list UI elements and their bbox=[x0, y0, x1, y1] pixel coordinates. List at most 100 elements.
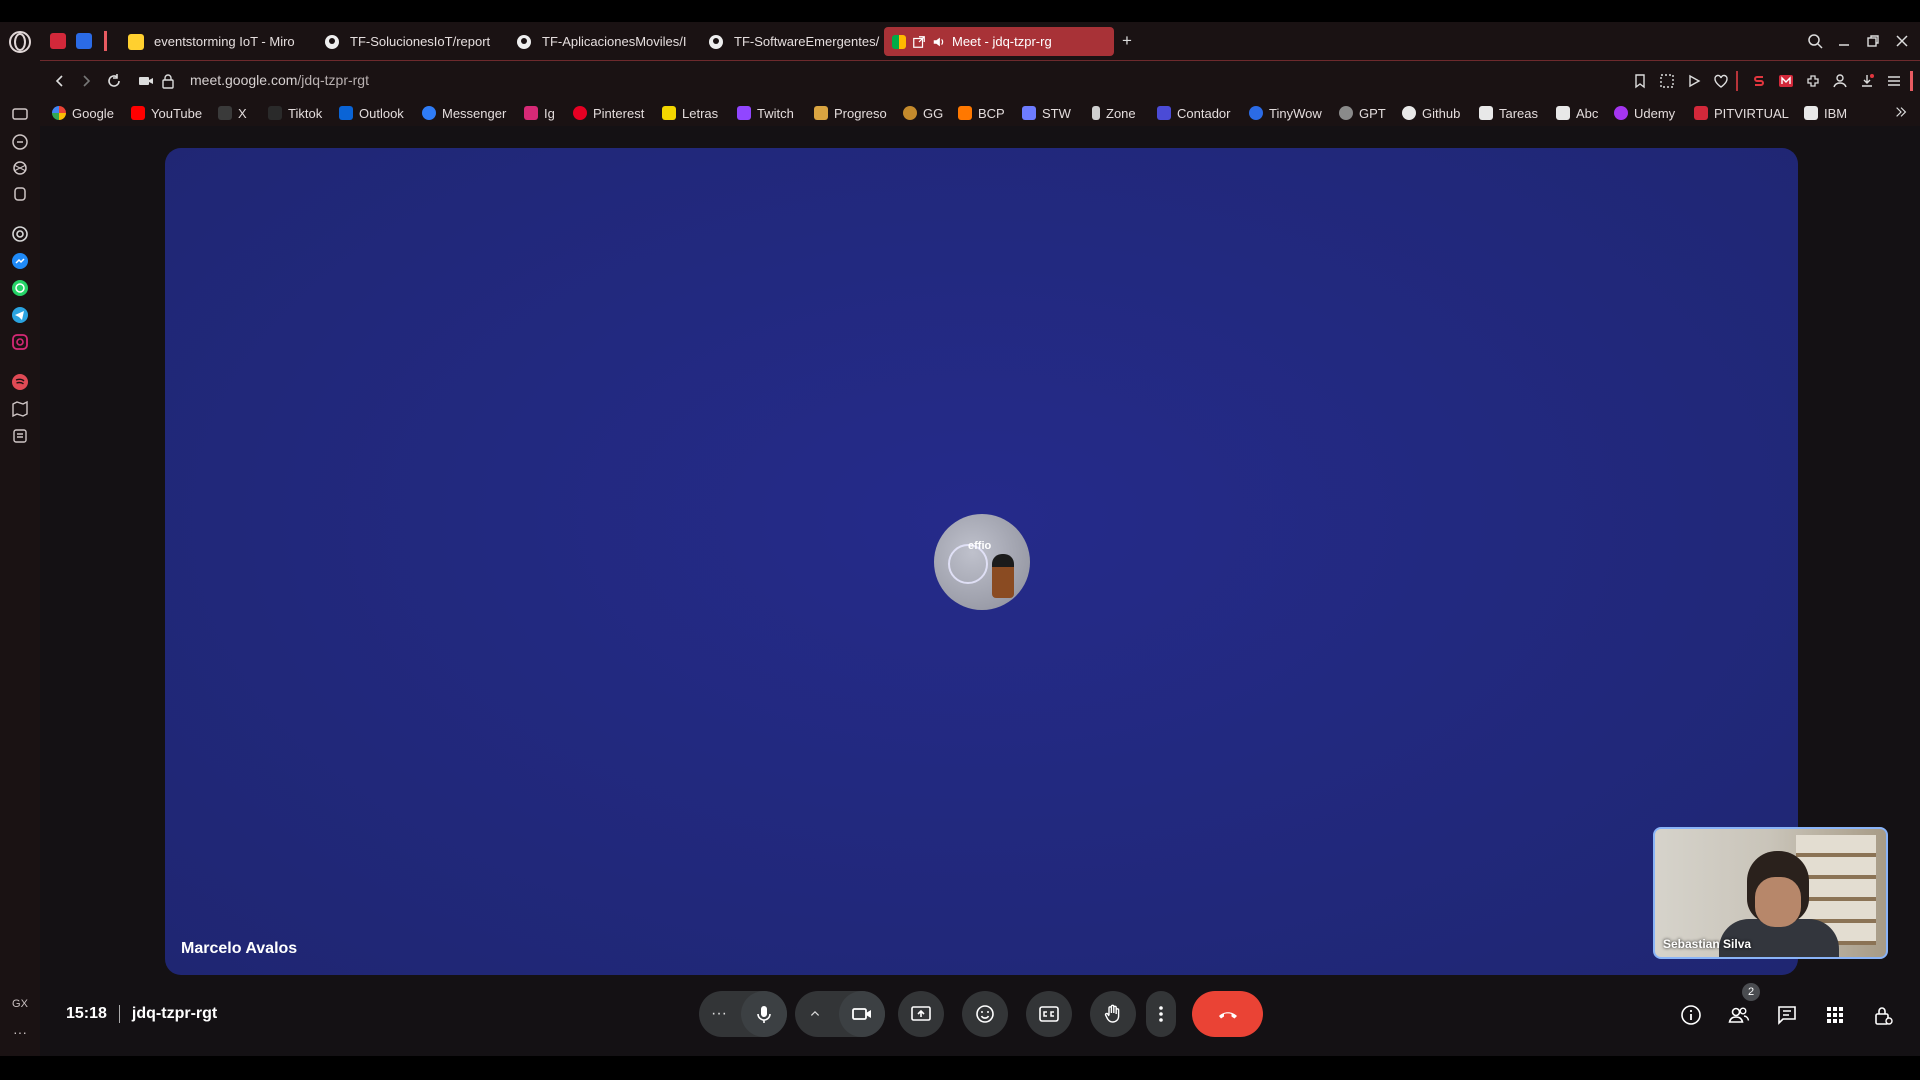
bookmarks-overflow-icon[interactable] bbox=[1894, 103, 1908, 121]
people-button[interactable] bbox=[1726, 1002, 1752, 1028]
bookmark-udemy[interactable]: Udemy bbox=[1614, 104, 1675, 122]
instagram-icon bbox=[524, 106, 538, 120]
url-path: /jdq-tzpr-rgt bbox=[297, 72, 369, 88]
profile-icon[interactable] bbox=[1830, 71, 1850, 91]
microphone-button[interactable] bbox=[741, 991, 787, 1037]
reload-icon[interactable] bbox=[104, 71, 124, 91]
gx-control-icon[interactable] bbox=[10, 104, 30, 124]
twitch-icon bbox=[737, 106, 751, 120]
bookmark-label: Tiktok bbox=[288, 105, 323, 121]
bookmark-label: Messenger bbox=[442, 105, 507, 121]
audio-options-icon[interactable]: ··· bbox=[711, 1005, 735, 1023]
close-window-icon[interactable] bbox=[1893, 32, 1911, 50]
present-screen-button[interactable] bbox=[898, 991, 944, 1037]
heart-icon[interactable] bbox=[1711, 71, 1731, 91]
bookmark-pinterest[interactable]: Pinterest bbox=[573, 104, 644, 122]
bookmark-pitvirtual[interactable]: PITVIRTUAL bbox=[1694, 104, 1789, 122]
tab-github-soluciones[interactable]: TF-SolucionesIoT/report bbox=[316, 27, 512, 56]
forward-icon[interactable] bbox=[76, 71, 96, 91]
spotify-sidebar-icon[interactable] bbox=[10, 372, 30, 392]
bookmark-abc[interactable]: Abc bbox=[1556, 104, 1598, 122]
captions-button[interactable] bbox=[1026, 991, 1072, 1037]
bookmark-tiktok[interactable]: Tiktok bbox=[268, 104, 322, 122]
map-sidebar-icon[interactable] bbox=[10, 399, 30, 419]
bookmark-ig[interactable]: Ig bbox=[524, 104, 555, 122]
extension-mega-icon[interactable] bbox=[1776, 71, 1796, 91]
pinned-tab-icon[interactable] bbox=[76, 33, 92, 49]
tab-github-emergentes[interactable]: TF-SoftwareEmergentes/ bbox=[700, 27, 896, 56]
chat-button[interactable] bbox=[1774, 1002, 1800, 1028]
back-icon[interactable] bbox=[50, 71, 70, 91]
leave-call-button[interactable] bbox=[1192, 991, 1263, 1037]
chatgpt-sidebar-icon[interactable] bbox=[10, 224, 30, 244]
gx-label[interactable]: GX bbox=[0, 998, 40, 1010]
snapshot-icon[interactable] bbox=[1657, 71, 1677, 91]
bookmark-page-icon[interactable] bbox=[1630, 71, 1650, 91]
sidebar-more-icon[interactable]: ··· bbox=[0, 1024, 40, 1040]
github-icon bbox=[1402, 106, 1416, 120]
camera-permission-icon[interactable] bbox=[136, 71, 156, 91]
discord-sidebar-icon[interactable] bbox=[10, 184, 30, 204]
lock-icon[interactable] bbox=[158, 71, 178, 91]
bookmark-zone[interactable]: Zone bbox=[1092, 104, 1136, 122]
extension-s-icon[interactable] bbox=[1749, 71, 1769, 91]
bookmark-youtube[interactable]: YouTube bbox=[131, 104, 202, 122]
bookmark-tinywow[interactable]: TinyWow bbox=[1249, 104, 1322, 122]
new-tab-button[interactable]: + bbox=[1118, 32, 1136, 51]
restore-icon[interactable] bbox=[1864, 32, 1882, 50]
bookmark-progreso[interactable]: Progreso bbox=[814, 104, 887, 122]
bookmark-stw[interactable]: STW bbox=[1022, 104, 1071, 122]
zone-icon bbox=[1092, 106, 1100, 120]
bookmark-twitch[interactable]: Twitch bbox=[737, 104, 794, 122]
messenger-sidebar-icon[interactable] bbox=[10, 251, 30, 271]
bookmark-contador[interactable]: Contador bbox=[1157, 104, 1230, 122]
easy-setup-menu-icon[interactable] bbox=[1884, 71, 1904, 91]
history-sidebar-icon[interactable] bbox=[10, 426, 30, 446]
more-options-button[interactable] bbox=[1146, 991, 1176, 1037]
notion-icon bbox=[1479, 106, 1493, 120]
reactions-button[interactable] bbox=[962, 991, 1008, 1037]
bookmark-bcp[interactable]: BCP bbox=[958, 104, 1005, 122]
tab-github-aplicaciones[interactable]: TF-AplicacionesMoviles/I bbox=[508, 27, 704, 56]
emoji-icon bbox=[976, 1005, 994, 1023]
bookmark-messenger[interactable]: Messenger bbox=[422, 104, 506, 122]
speaker-icon[interactable] bbox=[932, 35, 946, 49]
bookmark-tareas[interactable]: Tareas bbox=[1479, 104, 1538, 122]
opera-gx-logo-icon[interactable] bbox=[8, 30, 32, 54]
video-options-icon[interactable] bbox=[807, 1006, 823, 1022]
popout-icon[interactable] bbox=[912, 35, 926, 49]
twitch-sidebar-icon[interactable] bbox=[10, 158, 30, 178]
bookmark-x[interactable]: X bbox=[218, 104, 247, 122]
self-view-tile[interactable]: Sebastian Silva bbox=[1653, 827, 1888, 959]
bookmark-gpt[interactable]: GPT bbox=[1339, 104, 1386, 122]
miro-icon bbox=[128, 33, 144, 50]
meeting-details-button[interactable] bbox=[1678, 1002, 1704, 1028]
bookmark-outlook[interactable]: Outlook bbox=[339, 104, 404, 122]
bookmark-letras[interactable]: Letras bbox=[662, 104, 718, 122]
pinned-tab-icon[interactable] bbox=[50, 33, 66, 49]
activities-button[interactable] bbox=[1822, 1002, 1848, 1028]
tab-miro[interactable]: eventstorming IoT - Miro bbox=[120, 27, 316, 56]
bookmark-google[interactable]: Google bbox=[52, 104, 114, 122]
avatar-person bbox=[992, 554, 1014, 598]
downloads-icon[interactable] bbox=[1857, 71, 1877, 91]
play-icon[interactable] bbox=[1684, 71, 1704, 91]
bookmarks-bar: Google YouTube X Tiktok Outlook Messenge… bbox=[40, 100, 1920, 126]
tab-meet[interactable]: Meet - jdq-tzpr-rg bbox=[884, 27, 1114, 56]
gx-corner-icon[interactable] bbox=[10, 132, 30, 152]
raise-hand-button[interactable] bbox=[1090, 991, 1136, 1037]
url-field[interactable]: meet.google.com/jdq-tzpr-rgt bbox=[190, 72, 369, 88]
bookmark-gg[interactable]: GG bbox=[903, 104, 943, 122]
bookmark-label: Tareas bbox=[1499, 105, 1539, 121]
minimize-icon[interactable] bbox=[1835, 32, 1853, 50]
search-tabs-icon[interactable] bbox=[1806, 32, 1824, 50]
instagram-sidebar-icon[interactable] bbox=[10, 332, 30, 352]
whatsapp-sidebar-icon[interactable] bbox=[10, 278, 30, 298]
host-controls-button[interactable] bbox=[1870, 1002, 1896, 1028]
extensions-icon[interactable] bbox=[1803, 71, 1823, 91]
abc-icon bbox=[1556, 106, 1570, 120]
bookmark-github[interactable]: Github bbox=[1402, 104, 1460, 122]
bookmark-ibm[interactable]: IBM bbox=[1804, 104, 1847, 122]
telegram-sidebar-icon[interactable] bbox=[10, 305, 30, 325]
camera-button[interactable] bbox=[839, 991, 885, 1037]
